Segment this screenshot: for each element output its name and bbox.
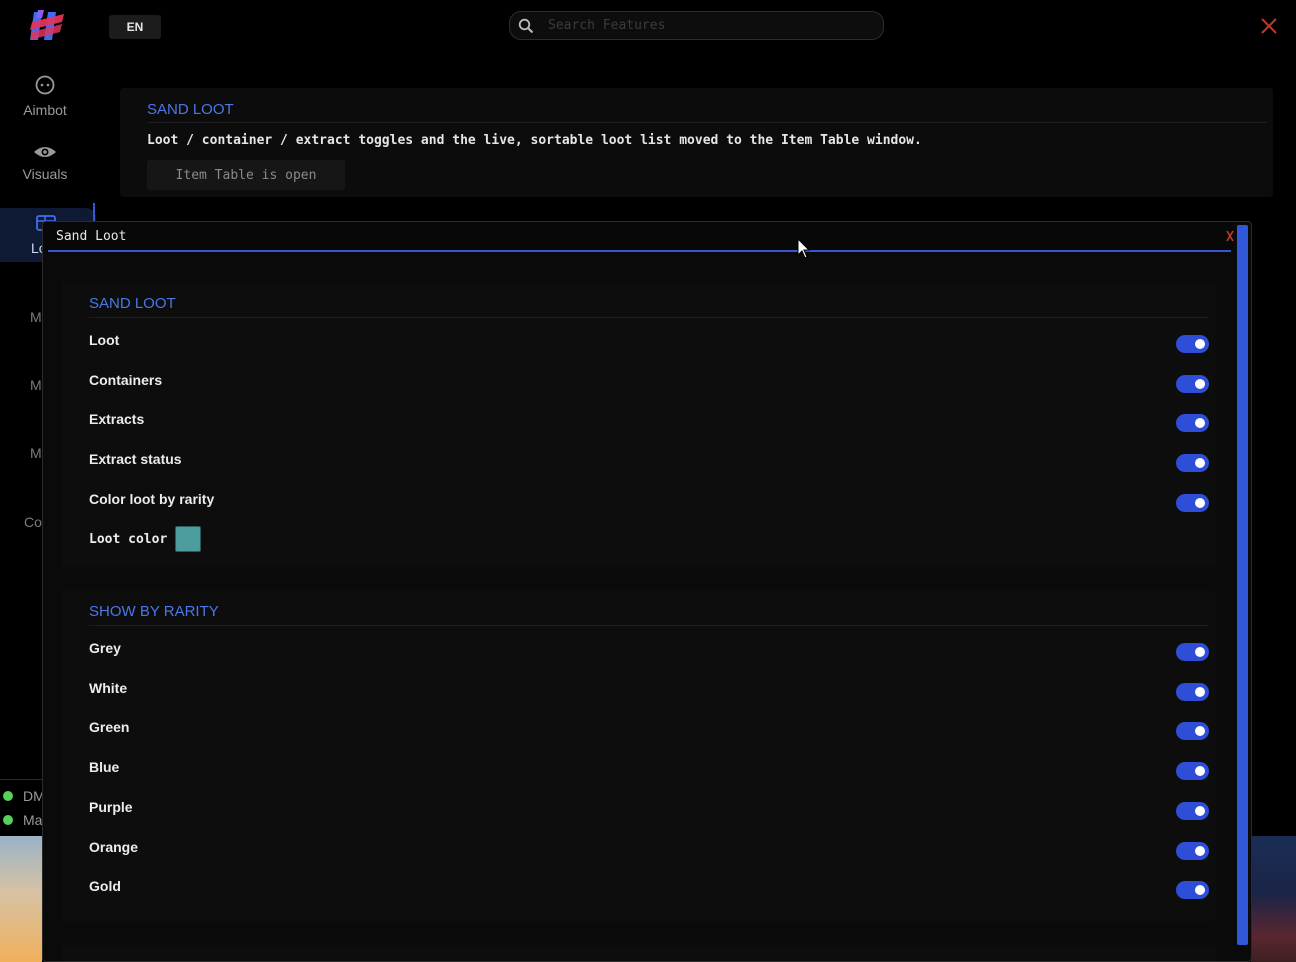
toggle-switch[interactable]: [1176, 335, 1209, 353]
titlebar-accent-line: [48, 250, 1231, 252]
toggle-label: Green: [89, 719, 130, 735]
toggle-label: Blue: [89, 759, 120, 775]
section-partial: [62, 945, 1216, 961]
card-description: Loot / container / extract toggles and t…: [147, 133, 922, 148]
toggle-row-extracts[interactable]: Extracts: [89, 409, 1211, 432]
toggle-row-extract-status[interactable]: Extract status: [89, 449, 1211, 472]
toggle-row-gold[interactable]: Gold: [89, 876, 1211, 899]
toggle-switch[interactable]: [1176, 762, 1209, 780]
loot-color-swatch[interactable]: [175, 526, 202, 552]
toggle-label: Color loot by rarity: [89, 491, 215, 507]
sidebar-item-partial[interactable]: M: [30, 309, 42, 325]
game-preview-image: [1251, 836, 1296, 962]
section-show-by-rarity: SHOW BY RARITY Grey White Green Blue Pur…: [62, 591, 1216, 921]
toggle-label: Grey: [89, 640, 121, 656]
status-label: Ma: [23, 812, 43, 828]
toggle-switch[interactable]: [1176, 494, 1209, 512]
search-bar[interactable]: [509, 11, 884, 40]
sidebar-item-label: Visuals: [22, 166, 68, 182]
window-title: Sand Loot: [56, 229, 127, 244]
toggle-row-grey[interactable]: Grey: [89, 638, 1211, 661]
window-scrollbar[interactable]: [1237, 225, 1248, 945]
toggle-row-green[interactable]: Green: [89, 717, 1211, 740]
close-icon[interactable]: [1259, 16, 1279, 36]
item-table-button[interactable]: Item Table is open: [147, 160, 345, 190]
game-preview-image: [0, 836, 42, 962]
toggle-row-blue[interactable]: Blue: [89, 757, 1211, 780]
toggle-switch[interactable]: [1176, 454, 1209, 472]
section-divider: [89, 625, 1209, 626]
sidebar-item-label: Aimbot: [23, 102, 67, 118]
card-divider: [147, 122, 1267, 123]
section-divider: [89, 317, 1209, 318]
toggle-switch[interactable]: [1176, 722, 1209, 740]
toggle-row-orange[interactable]: Orange: [89, 837, 1211, 860]
language-label: EN: [126, 20, 144, 34]
toggle-switch[interactable]: [1176, 881, 1209, 899]
loot-color-label: Loot color: [89, 531, 168, 547]
language-button[interactable]: EN: [109, 15, 161, 39]
app-logo: [28, 8, 66, 44]
close-icon[interactable]: [1226, 230, 1234, 242]
sand-loot-card: SAND LOOT Loot / container / extract tog…: [120, 88, 1273, 197]
toggle-switch[interactable]: [1176, 414, 1209, 432]
target-icon: [35, 75, 55, 95]
toggle-row-loot[interactable]: Loot: [89, 330, 1211, 353]
toggle-switch[interactable]: [1176, 683, 1209, 701]
sidebar-item-visuals[interactable]: Visuals: [0, 144, 90, 182]
sidebar-item-partial[interactable]: Co: [24, 514, 42, 530]
toggle-switch[interactable]: [1176, 802, 1209, 820]
toggle-label: Extract status: [89, 451, 182, 467]
search-icon: [518, 18, 534, 33]
card-title: SAND LOOT: [147, 101, 234, 118]
mouse-cursor-icon: [797, 238, 811, 259]
section-title: SAND LOOT: [89, 295, 176, 312]
status-dot-icon: [3, 815, 13, 825]
toggle-label: Gold: [89, 878, 121, 894]
toggle-switch[interactable]: [1176, 375, 1209, 393]
toggle-label: Loot: [89, 332, 120, 348]
toggle-row-purple[interactable]: Purple: [89, 797, 1211, 820]
toggle-label: White: [89, 680, 128, 696]
section-sand-loot: SAND LOOT Loot Containers Extracts Extra…: [62, 283, 1216, 567]
status-dma: DM: [3, 788, 45, 804]
sand-loot-window: Sand Loot SAND LOOT Loot Containers Extr…: [42, 221, 1252, 962]
toggle-row-white[interactable]: White: [89, 678, 1211, 701]
search-input[interactable]: [548, 18, 868, 33]
window-titlebar[interactable]: Sand Loot: [43, 222, 1234, 250]
toggle-row-color-by-rarity[interactable]: Color loot by rarity: [89, 489, 1211, 512]
toggle-label: Orange: [89, 839, 139, 855]
sidebar-item-aimbot[interactable]: Aimbot: [0, 74, 90, 118]
toggle-label: Purple: [89, 799, 133, 815]
toggle-label: Extracts: [89, 411, 145, 427]
status-map: Ma: [3, 812, 42, 828]
sidebar-item-partial[interactable]: M: [30, 377, 42, 393]
eye-icon: [34, 147, 56, 157]
sidebar-item-partial[interactable]: M: [30, 445, 42, 461]
section-title: SHOW BY RARITY: [89, 603, 219, 620]
toggle-switch[interactable]: [1176, 842, 1209, 860]
active-nav-indicator: [93, 203, 95, 221]
toggle-switch[interactable]: [1176, 643, 1209, 661]
toggle-label: Containers: [89, 372, 163, 388]
status-dot-icon: [3, 791, 13, 801]
loot-color-row: Loot color: [89, 526, 202, 552]
sidebar-divider: [0, 779, 42, 780]
toggle-row-containers[interactable]: Containers: [89, 370, 1211, 393]
